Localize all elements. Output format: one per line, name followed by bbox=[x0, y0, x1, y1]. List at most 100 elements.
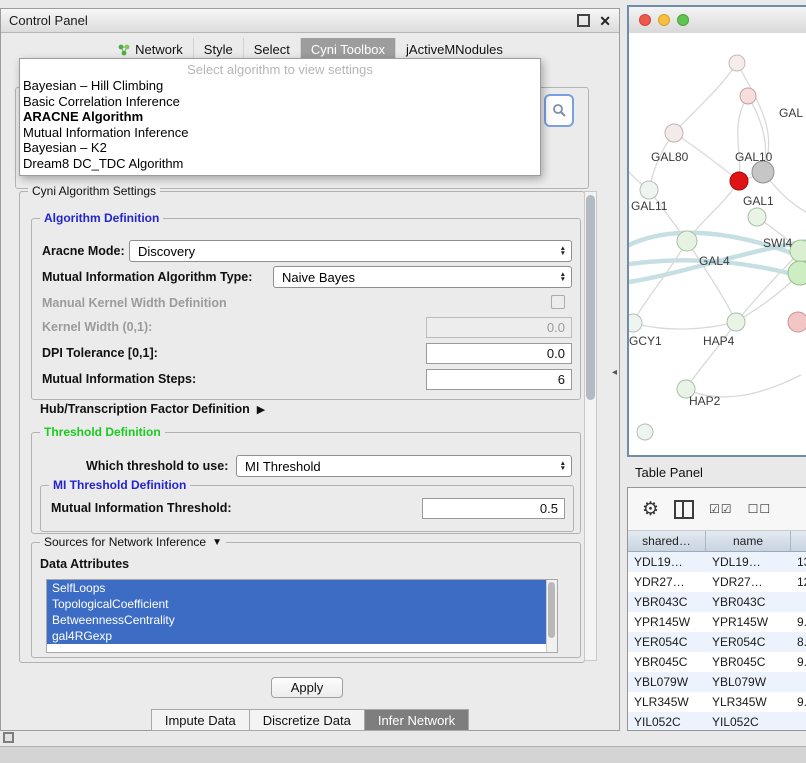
table-cell: YBR045C bbox=[628, 655, 706, 669]
close-icon[interactable]: ✕ bbox=[599, 14, 611, 28]
control-panel-window: Control Panel ✕ Network Style Select Cyn… bbox=[0, 8, 620, 731]
table-cell: YBL079W bbox=[628, 675, 706, 689]
table-row[interactable]: YDL19…YDL19…13 bbox=[628, 552, 806, 572]
combobox-value: Discovery bbox=[138, 244, 195, 259]
data-attribute-item[interactable]: BetweennessCentrality bbox=[47, 612, 546, 628]
gear-icon[interactable]: ⚙ bbox=[642, 500, 659, 519]
mi-algorithm-type-combobox[interactable]: Naive Bayes ▲▼ bbox=[273, 266, 572, 288]
table-column-header[interactable]: shared… bbox=[628, 531, 706, 551]
data-attribute-item[interactable]: TopologicalCoefficient bbox=[47, 596, 546, 612]
table-cell: YLR345W bbox=[706, 695, 791, 709]
list-scrollbar[interactable] bbox=[546, 580, 557, 652]
kernel-width-field[interactable]: 0.0 bbox=[426, 317, 572, 338]
algorithm-option[interactable]: Basic Correlation Inference bbox=[20, 94, 540, 110]
table-row[interactable]: YBL079WYBL079W bbox=[628, 672, 806, 692]
network-node[interactable] bbox=[637, 424, 653, 440]
tab-label: Cyni Toolbox bbox=[311, 42, 385, 57]
network-node-label: HAP2 bbox=[689, 394, 721, 408]
select-all-checkboxes-icon[interactable]: ☑☑ bbox=[709, 502, 733, 516]
dpi-tolerance-field[interactable]: 0.0 bbox=[426, 343, 572, 364]
deselect-all-checkboxes-icon[interactable]: ☐☐ bbox=[748, 502, 772, 516]
table-cell: YER054C bbox=[706, 635, 791, 649]
network-node[interactable] bbox=[788, 312, 806, 332]
algorithm-definition-title: Algorithm Definition bbox=[40, 211, 163, 225]
network-graph: GALGAL80GAL10GAL11GAL1SWI4GAL4GCY1HAP4HA… bbox=[629, 33, 806, 455]
close-traffic-light-icon[interactable] bbox=[639, 14, 651, 26]
table-column-header[interactable]: name bbox=[706, 531, 791, 551]
data-attributes-list[interactable]: SelfLoopsTopologicalCoefficientBetweenne… bbox=[46, 579, 558, 653]
algorithm-option[interactable]: Bayesian – Hill Climbing bbox=[20, 78, 540, 94]
float-window-icon[interactable] bbox=[577, 14, 590, 27]
network-node[interactable] bbox=[740, 88, 756, 104]
settings-scrollbar-thumb[interactable] bbox=[586, 195, 595, 400]
data-attribute-item[interactable]: SelfLoops bbox=[47, 580, 546, 596]
network-node[interactable] bbox=[677, 231, 697, 251]
aracne-mode-combobox[interactable]: Discovery ▲▼ bbox=[129, 240, 572, 262]
algorithm-option[interactable]: Bayesian – K2 bbox=[20, 140, 540, 156]
control-panel-titlebar[interactable]: Control Panel ✕ bbox=[1, 9, 619, 33]
list-scrollbar-thumb[interactable] bbox=[548, 582, 555, 638]
minimize-traffic-light-icon[interactable] bbox=[658, 14, 670, 26]
table-cell: YBR043C bbox=[706, 595, 791, 609]
tab-label: Style bbox=[204, 42, 233, 57]
network-window-titlebar[interactable] bbox=[629, 7, 806, 34]
table-row[interactable]: YDR27…YDR27…12 bbox=[628, 572, 806, 592]
algorithm-help-button[interactable] bbox=[544, 94, 574, 127]
network-node[interactable] bbox=[729, 55, 745, 71]
network-node[interactable] bbox=[752, 161, 774, 183]
tab-infer-network[interactable]: Infer Network bbox=[365, 709, 469, 731]
hub-transcription-factor-section[interactable]: Hub/Transcription Factor Definition ▶ bbox=[40, 402, 265, 416]
network-node[interactable] bbox=[629, 314, 642, 332]
table-row[interactable]: YIL052CYIL052C bbox=[628, 712, 806, 731]
apply-button[interactable]: Apply bbox=[271, 677, 343, 698]
field-value: 0.5 bbox=[540, 501, 558, 516]
network-edge bbox=[633, 322, 736, 329]
algorithm-option[interactable]: Mutual Information Inference bbox=[20, 125, 540, 141]
columns-icon[interactable] bbox=[674, 500, 694, 519]
table-row[interactable]: YBR045CYBR045C9. bbox=[628, 652, 806, 672]
table-row[interactable]: YLR345WYLR345W9. bbox=[628, 692, 806, 712]
table-column-header[interactable] bbox=[791, 531, 806, 551]
tab-discretize-data[interactable]: Discretize Data bbox=[250, 709, 365, 731]
settings-scrollbar[interactable] bbox=[584, 191, 597, 661]
network-tab-icon bbox=[117, 43, 130, 56]
mi-threshold-definition-group: MI Threshold Definition Mutual Informati… bbox=[40, 485, 574, 532]
algorithm-option[interactable]: Dream8 DC_TDC Algorithm bbox=[20, 156, 540, 172]
algorithm-option[interactable]: ARACNE Algorithm bbox=[20, 109, 540, 125]
splitter-collapse-icon[interactable]: ◂ bbox=[612, 367, 617, 378]
table-cell: 8. bbox=[791, 635, 806, 649]
table-cell: 13 bbox=[791, 555, 806, 569]
panel-corner-icon[interactable] bbox=[3, 732, 14, 743]
tab-impute-data[interactable]: Impute Data bbox=[151, 709, 250, 731]
network-node[interactable] bbox=[730, 172, 748, 190]
table-cell: YBL079W bbox=[706, 675, 791, 689]
network-node[interactable] bbox=[665, 124, 683, 142]
zoom-traffic-light-icon[interactable] bbox=[677, 14, 689, 26]
mi-steps-field[interactable]: 6 bbox=[426, 369, 572, 390]
table-row[interactable]: YER054CYER054C8. bbox=[628, 632, 806, 652]
sources-group-title[interactable]: Sources for Network Inference ▼ bbox=[40, 535, 226, 549]
algorithm-definition-group: Algorithm Definition Aracne Mode: Discov… bbox=[31, 218, 581, 400]
table-cell: 9. bbox=[791, 695, 806, 709]
which-threshold-combobox[interactable]: MI Threshold ▲▼ bbox=[236, 455, 572, 477]
table-row[interactable]: YBR043CYBR043C bbox=[628, 592, 806, 612]
data-attributes-label: Data Attributes bbox=[40, 557, 129, 571]
network-node-label: GAL4 bbox=[699, 254, 730, 268]
table-cell: YDR27… bbox=[706, 575, 791, 589]
table-row[interactable]: YPR145WYPR145W9. bbox=[628, 612, 806, 632]
tab-label: Impute Data bbox=[165, 713, 236, 728]
network-node[interactable] bbox=[640, 181, 658, 199]
network-canvas[interactable]: GALGAL80GAL10GAL11GAL1SWI4GAL4GCY1HAP4HA… bbox=[629, 33, 806, 455]
network-node[interactable] bbox=[748, 208, 766, 226]
network-node-label: GAL1 bbox=[743, 194, 774, 208]
mi-threshold-field[interactable]: 0.5 bbox=[422, 498, 565, 519]
network-node-label: SWI4 bbox=[763, 236, 793, 250]
hub-section-label: Hub/Transcription Factor Definition bbox=[40, 402, 250, 416]
table-header: shared…name bbox=[628, 531, 806, 552]
network-node[interactable] bbox=[727, 313, 745, 331]
collapse-triangle-icon: ▼ bbox=[212, 537, 222, 548]
manual-kernel-width-checkbox[interactable] bbox=[551, 295, 565, 309]
table-cell: YBR045C bbox=[706, 655, 791, 669]
data-attribute-item[interactable]: gal4RGexp bbox=[47, 628, 546, 644]
table-cell: 12 bbox=[791, 575, 806, 589]
